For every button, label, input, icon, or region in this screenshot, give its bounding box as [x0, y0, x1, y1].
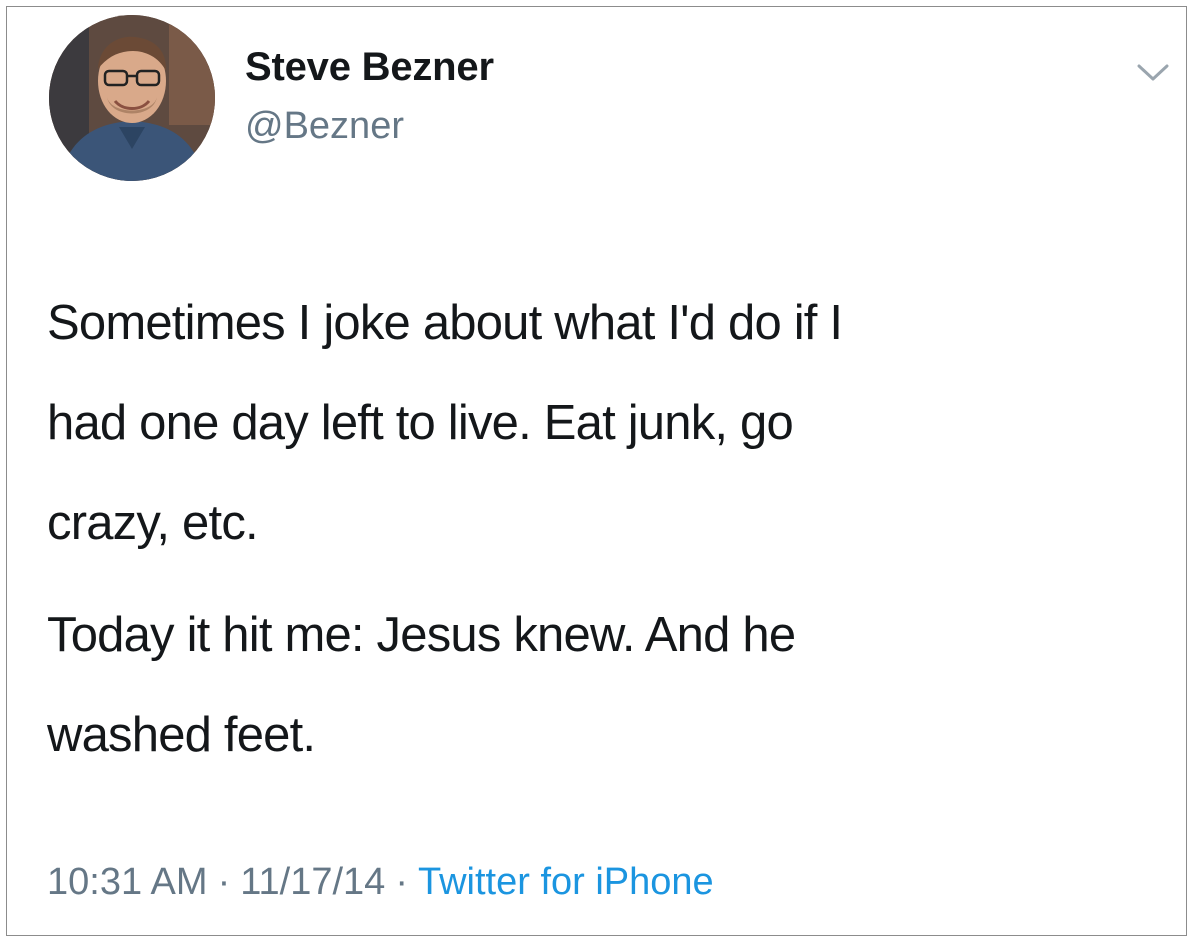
tweet-date[interactable]: 11/17/14 — [240, 861, 385, 903]
avatar[interactable] — [49, 15, 215, 181]
tweet-source-link[interactable]: Twitter for iPhone — [418, 861, 714, 903]
display-name[interactable]: Steve Bezner — [245, 45, 494, 90]
meta-separator: · — [217, 861, 231, 903]
tweet-card: Steve Bezner @Bezner Sometimes I joke ab… — [6, 6, 1187, 936]
tweet-time[interactable]: 10:31 AM — [47, 861, 208, 903]
chevron-down-icon — [1137, 64, 1169, 81]
user-avatar-icon — [49, 15, 215, 181]
user-handle[interactable]: @Bezner — [245, 105, 404, 148]
tweet-meta: 10:31 AM · 11/17/14 · Twitter for iPhone — [47, 861, 714, 904]
tweet-paragraph: Sometimes I joke about what I'd do if I … — [47, 296, 843, 550]
meta-separator: · — [395, 861, 408, 903]
tweet-menu-button[interactable] — [1135, 61, 1171, 85]
tweet-text: Sometimes I joke about what I'd do if I … — [47, 273, 1157, 785]
tweet-paragraph: Today it hit me: Jesus knew. And he wash… — [47, 608, 796, 762]
